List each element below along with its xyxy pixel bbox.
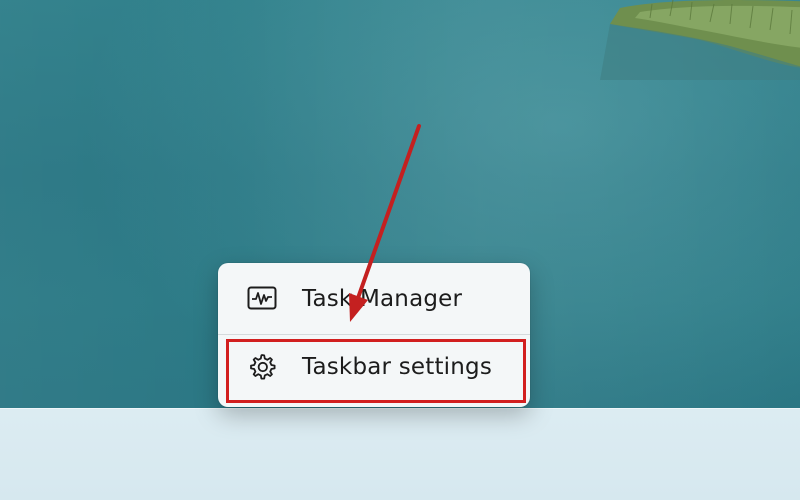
menu-item-task-manager[interactable]: Task Manager xyxy=(224,269,524,329)
gear-icon xyxy=(244,349,280,385)
task-manager-icon xyxy=(244,281,280,317)
taskbar[interactable] xyxy=(0,408,800,500)
menu-item-taskbar-settings[interactable]: Taskbar settings xyxy=(224,337,524,397)
menu-divider xyxy=(218,334,530,335)
reeds-decoration xyxy=(600,0,800,80)
taskbar-context-menu: Task Manager Taskbar settings xyxy=(218,263,530,407)
menu-item-label: Task Manager xyxy=(302,286,463,312)
desktop: Task Manager Taskbar settings xyxy=(0,0,800,500)
menu-item-label: Taskbar settings xyxy=(302,354,493,380)
